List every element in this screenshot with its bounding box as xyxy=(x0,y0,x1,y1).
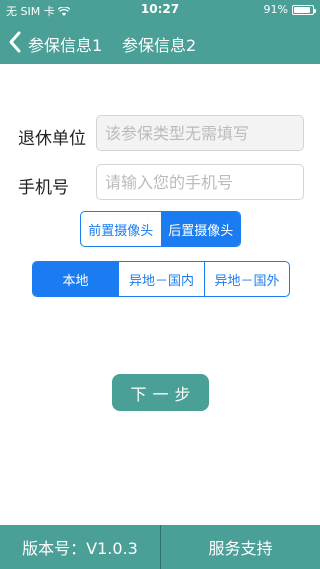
remote-overseas-option[interactable]: 异地－国外 xyxy=(204,262,289,296)
camera-segmented-control: 前置摄像头 后置摄像头 xyxy=(80,211,241,247)
remote-domestic-option[interactable]: 异地－国内 xyxy=(118,262,204,296)
battery-percent: 91% xyxy=(263,3,288,16)
back-arrow-icon[interactable] xyxy=(6,30,26,54)
nav-bar: 参保信息1 参保信息2 xyxy=(0,20,320,64)
version-label: 版本号：V1.0.3 xyxy=(22,539,138,558)
phone-input[interactable] xyxy=(96,164,304,200)
next-step-button[interactable]: 下一步 xyxy=(112,374,209,411)
battery-icon xyxy=(292,4,316,15)
service-support-button[interactable]: 服务支持 xyxy=(161,525,320,569)
battery-fill xyxy=(294,6,310,13)
retire-unit-input[interactable] xyxy=(96,115,304,151)
front-camera-option[interactable]: 前置摄像头 xyxy=(81,212,161,246)
tab-info-2[interactable]: 参保信息2 xyxy=(122,32,196,56)
retire-unit-label: 退休单位 xyxy=(18,129,86,149)
location-segmented-control: 本地 异地－国内 异地－国外 xyxy=(32,261,290,297)
footer-bar: 版本号：V1.0.3 服务支持 xyxy=(0,525,320,569)
tab-info-1[interactable]: 参保信息1 xyxy=(28,32,102,56)
status-bar: 无 SIM 卡 10:27 91% xyxy=(0,0,320,20)
battery-group: 91% xyxy=(263,3,316,16)
local-option[interactable]: 本地 xyxy=(33,262,118,296)
rear-camera-option[interactable]: 后置摄像头 xyxy=(160,212,240,246)
phone-label: 手机号 xyxy=(18,178,69,198)
